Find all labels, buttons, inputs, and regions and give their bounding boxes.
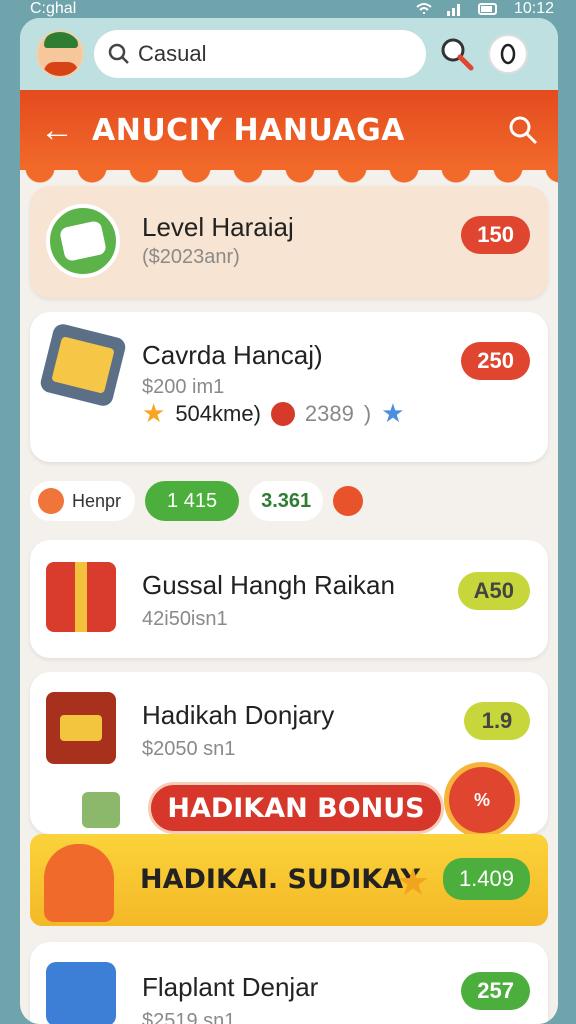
treasure-icon <box>46 692 116 764</box>
signal-icon <box>446 4 460 16</box>
avatar[interactable] <box>36 30 84 78</box>
avatar-hair <box>44 32 78 48</box>
search-icon <box>108 43 129 64</box>
wifi-icon <box>416 3 432 14</box>
stat-c: ) <box>363 400 372 426</box>
card-title: Cavrda Hancaj) <box>142 340 323 370</box>
content-list: Level Haraiaj ($2023anr) 150 Cavrda Hanc… <box>20 170 558 1024</box>
stat-b: 2389 <box>304 400 354 426</box>
price-badge[interactable]: 150 <box>461 216 530 254</box>
card-subtitle: $200 im1 <box>142 376 225 398</box>
price-badge[interactable]: A50 <box>457 572 530 610</box>
profile-button[interactable] <box>488 34 528 74</box>
card-subtitle: 42i50isn1 <box>142 608 228 630</box>
cart-icon <box>46 962 116 1024</box>
list-item[interactable]: Level Haraiaj ($2023anr) 150 <box>30 186 548 298</box>
bonus-button[interactable]: HADIKAN BONUS <box>148 782 444 834</box>
star-icon: ★ <box>142 398 166 428</box>
profile-icon <box>500 43 516 65</box>
card-title: Level Haraiaj <box>142 212 294 242</box>
top-bar <box>20 18 558 90</box>
card-subtitle: ($2023anr) <box>142 246 240 268</box>
gift-box-icon <box>46 562 116 632</box>
coin-icon <box>333 486 364 516</box>
battery-icon <box>477 3 497 15</box>
price-badge[interactable]: 257 <box>461 972 530 1010</box>
coupon-icon <box>82 792 120 828</box>
app-frame: ← ANUCIY HANUAGA Level Haraiaj ($2023anr… <box>20 18 558 1024</box>
list-item[interactable]: Flaplant Denjar $2519 sn1 257 <box>30 942 548 1024</box>
mini-tag[interactable]: Henpr <box>30 481 136 521</box>
gift-icon <box>38 488 64 514</box>
banner-text: HADIKAI. SUDIKAY <box>140 864 421 895</box>
person-icon <box>44 844 114 922</box>
card-title: Hadikah Donjary <box>142 700 335 730</box>
blue-star-icon: ★ <box>381 398 405 428</box>
banner-value[interactable]: 1.409 <box>442 858 530 900</box>
mini-tag-label: Henpr <box>72 490 122 511</box>
clock: 10:12 <box>513 0 554 17</box>
header-search-icon[interactable] <box>508 115 538 145</box>
pillow-icon <box>46 204 120 278</box>
list-item[interactable]: Hadikah Donjary $2050 sn1 1.9 HADIKAN BO… <box>30 672 548 838</box>
gold-star-icon: ★ <box>396 862 431 904</box>
card-title: Flaplant Denjar <box>142 972 319 1002</box>
mini-row: Henpr 1 415 3.361 <box>30 476 548 526</box>
search-input[interactable] <box>138 41 398 67</box>
price-badge[interactable]: 1.9 <box>464 702 530 740</box>
carrier-label: C:ghal <box>30 0 77 17</box>
status-icons: 10:12 <box>416 0 554 18</box>
apple-icon <box>270 401 295 426</box>
card-title: Gussal Hangh Raikan <box>142 570 395 600</box>
card-subtitle: $2050 sn1 <box>142 738 236 760</box>
status-bar: C:ghal 10:12 <box>0 0 576 18</box>
avatar-shirt <box>44 62 78 76</box>
discount-badge[interactable]: % <box>444 762 520 838</box>
stats-row: ★ 504kme) 2389 ) ★ <box>142 398 405 429</box>
tablet-icon <box>38 322 128 408</box>
card-subtitle: $2519 sn1 <box>142 1010 236 1024</box>
stat-a: 504kme) <box>175 400 261 426</box>
header: ← ANUCIY HANUAGA <box>20 90 558 184</box>
list-item[interactable]: Gussal Hangh Raikan 42i50isn1 A50 <box>30 540 548 658</box>
mini-white-pill[interactable]: 3.361 <box>249 481 324 521</box>
price-badge[interactable]: 250 <box>461 342 530 380</box>
magnifier-button[interactable] <box>436 33 478 75</box>
mini-green-pill[interactable]: 1 415 <box>145 481 240 521</box>
page-title: ANUCIY HANUAGA <box>92 112 405 148</box>
magnifier-icon <box>441 38 474 71</box>
list-item[interactable]: Cavrda Hancaj) $200 im1 250 ★ 504kme) 23… <box>30 312 548 462</box>
bonus-banner[interactable]: HADIKAI. SUDIKAY ★ 1.409 <box>30 834 548 926</box>
search-box[interactable] <box>94 30 426 78</box>
back-arrow-icon[interactable]: ← <box>40 111 74 150</box>
